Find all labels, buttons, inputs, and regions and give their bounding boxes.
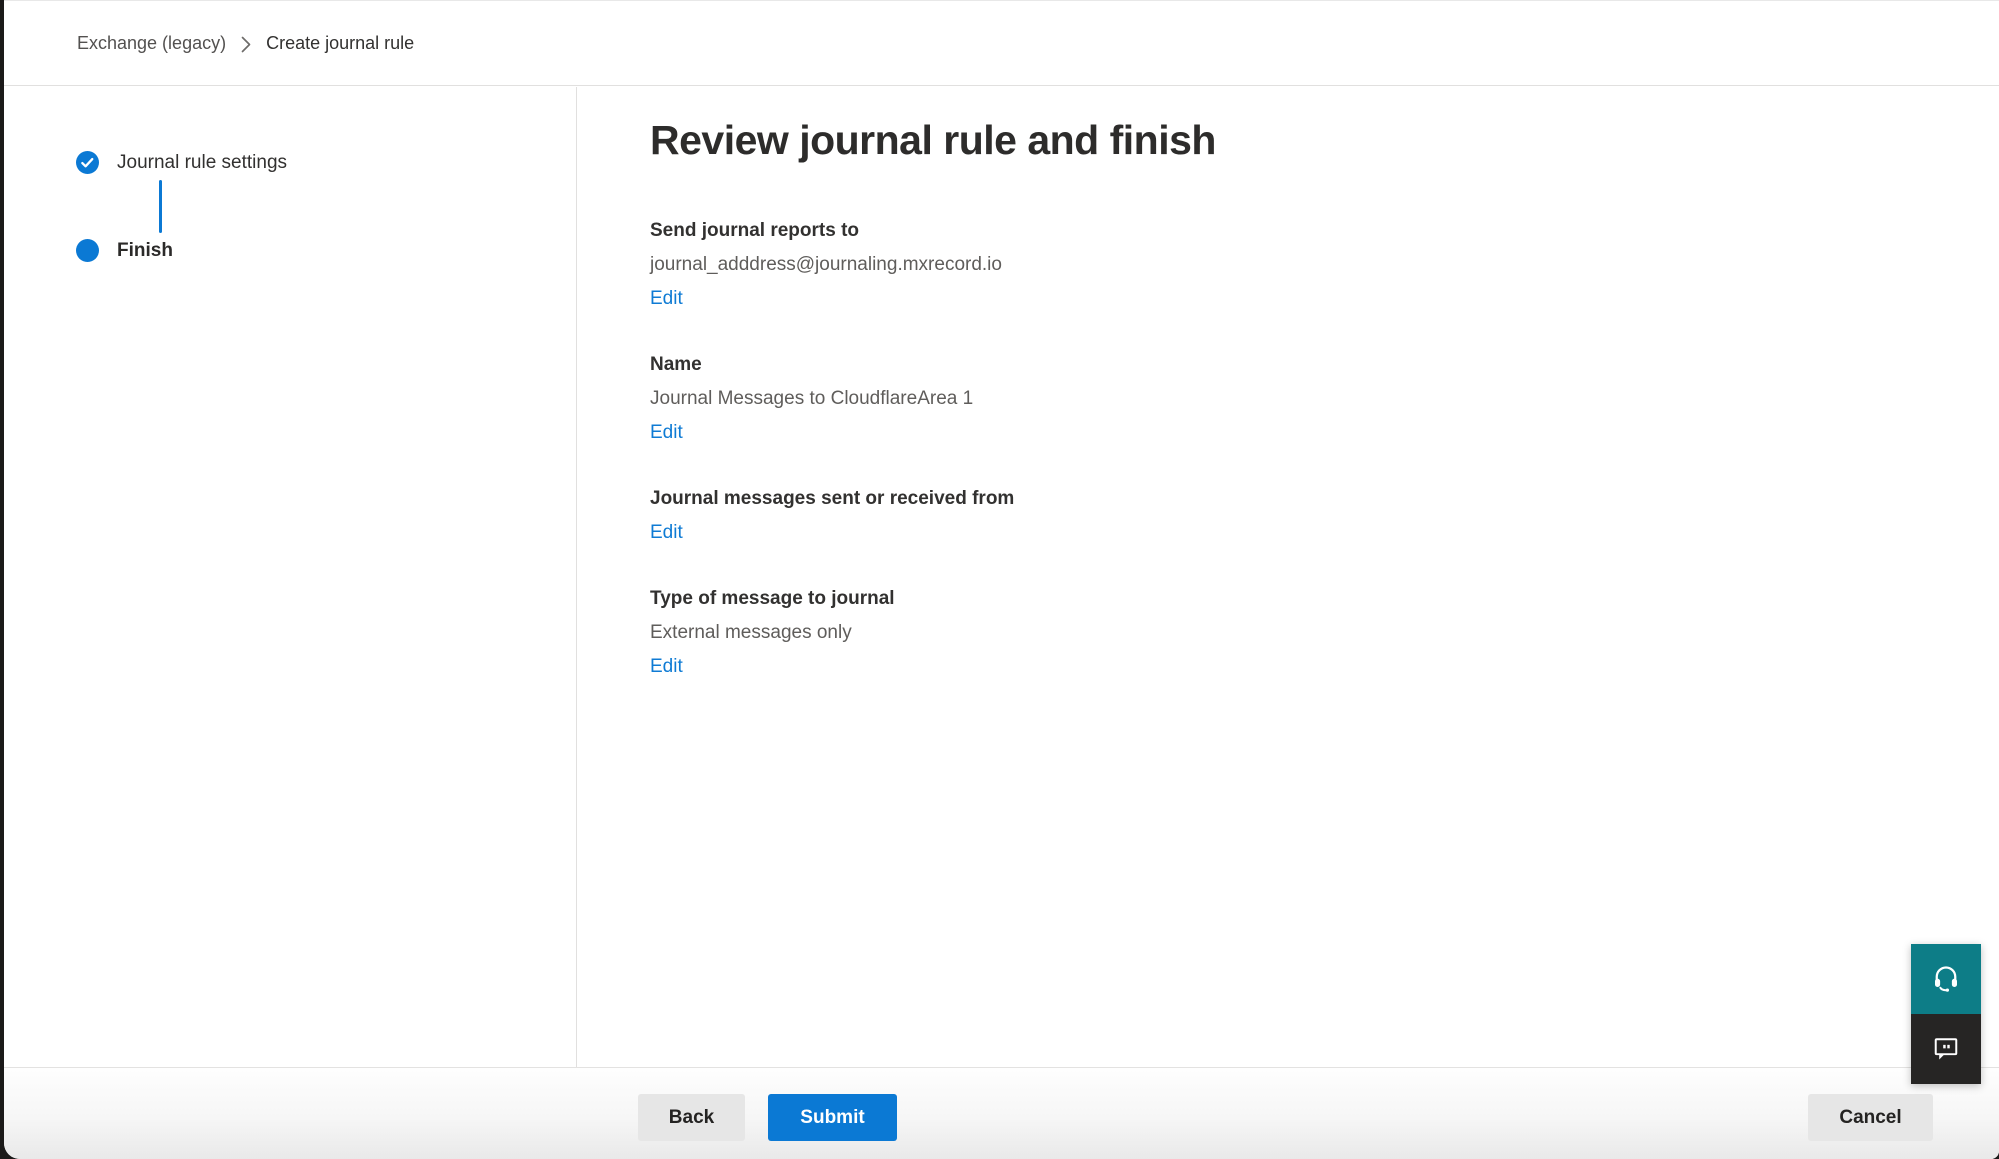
breadcrumb-current-page: Create journal rule — [266, 33, 414, 54]
headset-icon — [1931, 963, 1961, 996]
review-section: Name Journal Messages to CloudflareArea … — [650, 348, 1959, 450]
section-label: Name — [650, 348, 1959, 382]
section-value: External messages only — [650, 616, 1959, 650]
wizard-steps-panel: Journal rule settings Finish — [4, 87, 577, 1067]
step-journal-rule-settings[interactable]: Journal rule settings — [76, 151, 576, 174]
section-label: Journal messages sent or received from — [650, 482, 1959, 516]
cancel-button[interactable]: Cancel — [1808, 1094, 1933, 1141]
review-sections: Send journal reports to journal_adddress… — [650, 214, 1959, 684]
step-label: Journal rule settings — [117, 152, 287, 174]
section-value: journal_adddress@journaling.mxrecord.io — [650, 248, 1959, 282]
step-label: Finish — [117, 240, 173, 262]
edit-link[interactable]: Edit — [650, 516, 683, 550]
edit-link[interactable]: Edit — [650, 282, 683, 316]
review-section: Type of message to journal External mess… — [650, 582, 1959, 684]
breadcrumb: Exchange (legacy) Create journal rule — [4, 1, 1999, 86]
review-section: Send journal reports to journal_adddress… — [650, 214, 1959, 316]
edit-link[interactable]: Edit — [650, 416, 683, 450]
section-label: Type of message to journal — [650, 582, 1959, 616]
breadcrumb-link-exchange-legacy[interactable]: Exchange (legacy) — [77, 33, 226, 54]
section-value: Journal Messages to CloudflareArea 1 — [650, 382, 1959, 416]
step-finish[interactable]: Finish — [76, 239, 576, 262]
step-connector — [159, 180, 162, 233]
footer-action-bar: Back Submit Cancel — [4, 1067, 1999, 1159]
edit-link[interactable]: Edit — [650, 650, 683, 684]
check-circle-icon — [76, 151, 99, 174]
floating-button-stack — [1911, 944, 1981, 1084]
help-button[interactable] — [1911, 944, 1981, 1014]
back-button[interactable]: Back — [638, 1094, 745, 1141]
filled-circle-icon — [76, 239, 99, 262]
chevron-right-icon — [240, 33, 252, 54]
app-window: Exchange (legacy) Create journal rule Jo… — [4, 0, 1999, 1159]
submit-button[interactable]: Submit — [768, 1094, 897, 1141]
section-label: Send journal reports to — [650, 214, 1959, 248]
page-title: Review journal rule and finish — [650, 117, 1959, 164]
review-content: Review journal rule and finish Send jour… — [577, 87, 1999, 1067]
wizard-body: Journal rule settings Finish Review jour… — [4, 87, 1999, 1067]
review-section: Journal messages sent or received from E… — [650, 482, 1959, 550]
message-icon — [1932, 1034, 1960, 1065]
feedback-button[interactable] — [1911, 1014, 1981, 1084]
